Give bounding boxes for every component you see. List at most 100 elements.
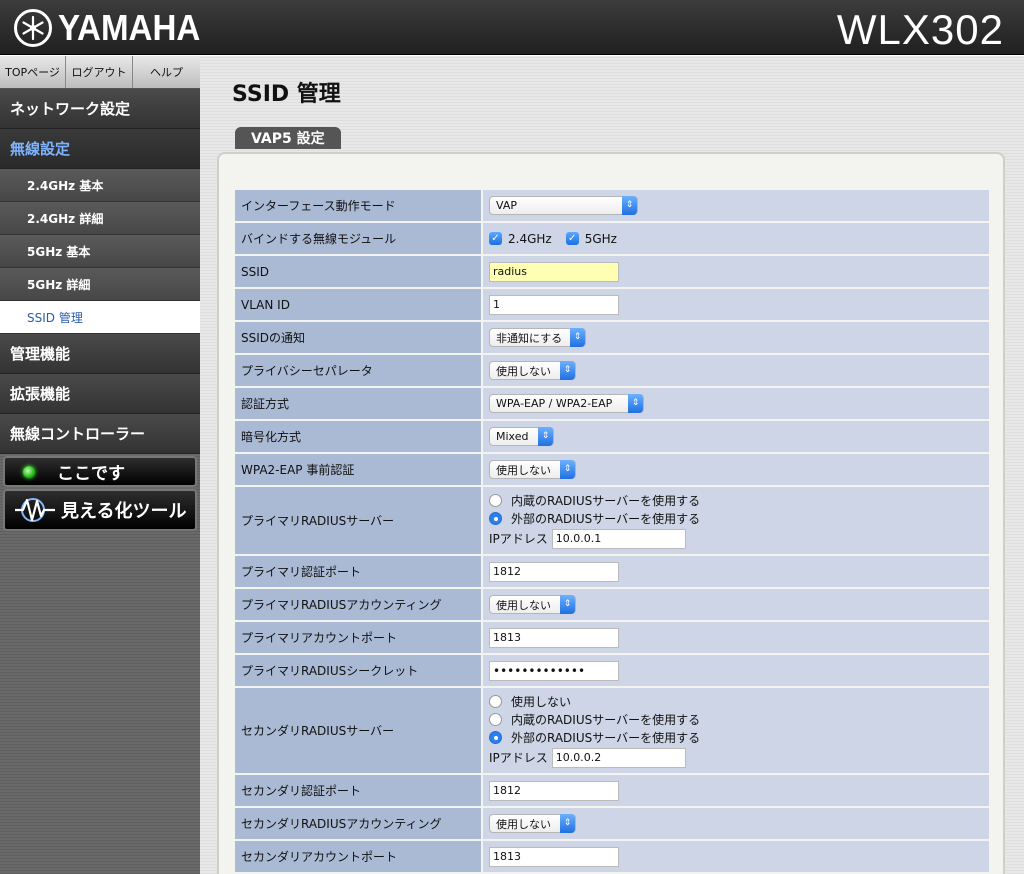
- checkbox-24ghz[interactable]: ✓: [489, 232, 502, 245]
- here-button[interactable]: ここです: [3, 456, 197, 487]
- nav-ssid-management[interactable]: SSID 管理: [0, 301, 200, 334]
- auth-method-select[interactable]: WPA-EAP / WPA2-EAP ⇕: [489, 394, 644, 413]
- ip-label: IPアドレス: [489, 532, 548, 546]
- top-header: YAMAHA WLX302: [0, 0, 1024, 55]
- secondary-none-radio[interactable]: [489, 695, 502, 708]
- nav-wireless-settings[interactable]: 無線設定: [0, 129, 200, 169]
- primary-secret-input[interactable]: •••••••••••••: [489, 660, 619, 681]
- updown-arrow-icon: ⇕: [560, 460, 575, 479]
- select-value: 使用しない: [496, 463, 551, 477]
- updown-arrow-icon: ⇕: [622, 196, 637, 215]
- table-row: プライマリアカウントポート 1813: [235, 622, 989, 655]
- table-row: VLAN ID 1: [235, 289, 989, 322]
- updown-arrow-icon: ⇕: [538, 427, 553, 446]
- secondary-acct-port-input[interactable]: 1813: [489, 846, 619, 867]
- privacy-separator-select[interactable]: 使用しない ⇕: [489, 361, 576, 380]
- updown-arrow-icon: ⇕: [560, 814, 575, 833]
- green-led-icon: [23, 465, 35, 478]
- interface-mode-select[interactable]: VAP ⇕: [489, 196, 638, 215]
- field-label: プライマリ認証ポート: [235, 556, 481, 587]
- field-label: 暗号化方式: [235, 421, 481, 452]
- table-row: インターフェース動作モード VAP ⇕: [235, 190, 989, 223]
- table-row: プライマリRADIUSサーバー 内蔵のRADIUSサーバーを使用する 外部のRA…: [235, 487, 989, 556]
- secondary-port-input[interactable]: 1812: [489, 780, 619, 801]
- visualization-tool-button[interactable]: 見える化ツール: [3, 489, 197, 531]
- top-links: TOPページ ログアウト ヘルプ: [0, 56, 200, 89]
- select-value: 非通知にする: [496, 331, 563, 345]
- field-label: インターフェース動作モード: [235, 190, 481, 221]
- vlan-id-input[interactable]: 1: [489, 294, 619, 315]
- nav-extensions[interactable]: 拡張機能: [0, 374, 200, 414]
- table-row: プライマリRADIUSアカウンティング 使用しない ⇕: [235, 589, 989, 622]
- main-content: SSID 管理 VAP5 設定 インターフェース動作モード VAP ⇕ バインドす…: [200, 56, 1024, 874]
- table-row: 暗号化方式 Mixed ⇕: [235, 421, 989, 454]
- ssid-input[interactable]: radius: [489, 261, 619, 282]
- encryption-select[interactable]: Mixed ⇕: [489, 427, 554, 446]
- logout-link[interactable]: ログアウト: [66, 56, 133, 88]
- updown-arrow-icon: ⇕: [570, 328, 585, 347]
- vap5-settings-tab[interactable]: VAP5 設定: [235, 127, 341, 149]
- ssid-notify-select[interactable]: 非通知にする ⇕: [489, 328, 586, 347]
- ip-label: IPアドレス: [489, 751, 548, 765]
- field-label: WPA2-EAP 事前認証: [235, 454, 481, 485]
- secondary-internal-radio[interactable]: [489, 713, 502, 726]
- checkbox-5ghz[interactable]: ✓: [565, 232, 579, 245]
- table-row: WPA2-EAP 事前認証 使用しない ⇕: [235, 454, 989, 487]
- here-button-label: ここです: [57, 464, 125, 484]
- field-label: セカンダリアカウントポート: [235, 841, 481, 872]
- radio-label: 外部のRADIUSサーバーを使用する: [511, 512, 701, 526]
- nav-24ghz-basic[interactable]: 2.4GHz 基本: [0, 169, 200, 202]
- settings-panel: インターフェース動作モード VAP ⇕ バインドする無線モジュール ✓ 2.4GHz…: [217, 152, 1005, 874]
- field-label: セカンダリRADIUSサーバー: [235, 688, 481, 773]
- select-value: 使用しない: [496, 817, 551, 831]
- secondary-external-radio[interactable]: [489, 731, 502, 744]
- help-link[interactable]: ヘルプ: [133, 56, 200, 88]
- model-name: WLX302: [836, 6, 1004, 53]
- tuning-fork-emblem-icon: [14, 9, 52, 47]
- table-row: プライバシーセパレータ 使用しない ⇕: [235, 355, 989, 388]
- updown-arrow-icon: ⇕: [560, 361, 575, 380]
- table-row: 認証方式 WPA-EAP / WPA2-EAP ⇕: [235, 388, 989, 421]
- table-row: プライマリRADIUSシークレット •••••••••••••: [235, 655, 989, 688]
- visualization-tool-label: 見える化ツール: [61, 501, 187, 522]
- table-row: プライマリ認証ポート 1812: [235, 556, 989, 589]
- nav-network-settings[interactable]: ネットワーク設定: [0, 89, 200, 129]
- radio-label: 外部のRADIUSサーバーを使用する: [511, 731, 701, 745]
- primary-external-radio[interactable]: [489, 512, 502, 525]
- nav-5ghz-detail[interactable]: 5GHz 詳細: [0, 268, 200, 301]
- select-value: VAP: [496, 199, 517, 212]
- nav-24ghz-detail[interactable]: 2.4GHz 詳細: [0, 202, 200, 235]
- sidebar: TOPページ ログアウト ヘルプ ネットワーク設定 無線設定 2.4GHz 基本…: [0, 56, 200, 874]
- select-value: WPA-EAP / WPA2-EAP: [496, 397, 613, 410]
- field-label: プライマリRADIUSサーバー: [235, 487, 481, 554]
- field-label: セカンダリRADIUSアカウンティング: [235, 808, 481, 839]
- primary-accounting-select[interactable]: 使用しない ⇕: [489, 595, 576, 614]
- nav-management[interactable]: 管理機能: [0, 334, 200, 374]
- preauth-select[interactable]: 使用しない ⇕: [489, 460, 576, 479]
- primary-internal-radio[interactable]: [489, 494, 502, 507]
- top-page-link[interactable]: TOPページ: [0, 56, 66, 88]
- table-row: セカンダリRADIUSサーバー 使用しない 内蔵のRADIUSサーバーを使用する…: [235, 688, 989, 775]
- field-label: 認証方式: [235, 388, 481, 419]
- field-label: セカンダリ認証ポート: [235, 775, 481, 806]
- updown-arrow-icon: ⇕: [560, 595, 575, 614]
- primary-acct-port-input[interactable]: 1813: [489, 627, 619, 648]
- yamaha-logo[interactable]: YAMAHA: [14, 7, 213, 48]
- select-value: 使用しない: [496, 598, 551, 612]
- checkbox-label: 5GHz: [584, 231, 617, 246]
- settings-table: インターフェース動作モード VAP ⇕ バインドする無線モジュール ✓ 2.4GHz…: [235, 190, 989, 874]
- field-label: SSIDの通知: [235, 322, 481, 353]
- table-row: セカンダリアカウントポート 1813: [235, 841, 989, 874]
- primary-port-input[interactable]: 1812: [489, 561, 619, 582]
- table-row: セカンダリRADIUSアカウンティング 使用しない ⇕: [235, 808, 989, 841]
- waveform-icon: [13, 495, 57, 525]
- radio-label: 内蔵のRADIUSサーバーを使用する: [511, 713, 701, 727]
- nav-5ghz-basic[interactable]: 5GHz 基本: [0, 235, 200, 268]
- secondary-accounting-select[interactable]: 使用しない ⇕: [489, 814, 576, 833]
- updown-arrow-icon: ⇕: [628, 394, 643, 413]
- field-label: VLAN ID: [235, 289, 481, 320]
- nav-wireless-controller[interactable]: 無線コントローラー: [0, 414, 200, 454]
- primary-ip-input[interactable]: 10.0.0.1: [551, 528, 686, 549]
- select-value: 使用しない: [496, 364, 551, 378]
- secondary-ip-input[interactable]: 10.0.0.2: [551, 747, 686, 768]
